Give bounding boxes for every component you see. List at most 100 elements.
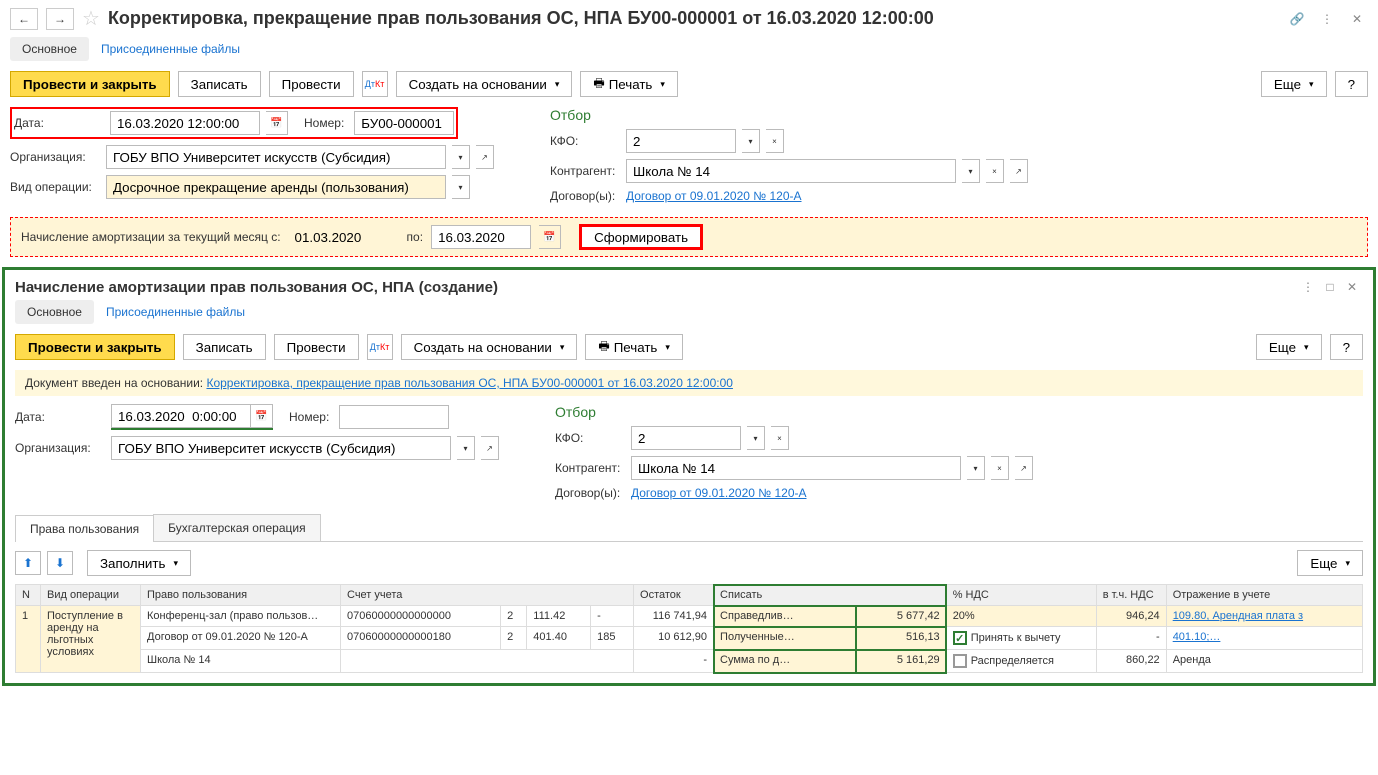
sub-date-label: Дата:	[15, 410, 105, 424]
sub-number-label: Номер:	[289, 410, 329, 424]
table-more-button[interactable]: Еще	[1297, 550, 1363, 576]
sub-contracts-link[interactable]: Договор от 09.01.2020 № 120-А	[631, 486, 807, 500]
sub-contracts-label: Договор(ы):	[555, 486, 625, 500]
amort-to-label: по:	[407, 230, 424, 244]
sub-post-button[interactable]: Провести	[274, 334, 359, 360]
org-dropdown-icon[interactable]: ▾	[452, 145, 470, 169]
kebab-icon[interactable]: ⋮	[1316, 8, 1338, 30]
create-based-button[interactable]: Создать на основании	[396, 71, 573, 97]
sub-kfo-dropdown-icon[interactable]: ▾	[747, 426, 765, 450]
sub-kfo-input[interactable]	[631, 426, 741, 450]
th-optype: Вид операции	[41, 585, 141, 606]
sub-close-icon[interactable]: ✕	[1341, 276, 1363, 298]
sub-window-title: Начисление амортизации прав пользования …	[15, 279, 1297, 296]
th-account: Счет учета	[341, 585, 634, 606]
amort-from-input[interactable]	[289, 225, 369, 249]
date-label: Дата:	[14, 116, 104, 130]
vat-deduct-checkbox[interactable]	[953, 631, 967, 645]
sub-contr-dropdown-icon[interactable]: ▾	[967, 456, 985, 480]
sub-contr-input[interactable]	[631, 456, 961, 480]
org-open-icon[interactable]: ↗	[476, 145, 494, 169]
sub-calendar-icon[interactable]: 📅	[251, 404, 273, 428]
contr-input[interactable]	[626, 159, 956, 183]
optype-input[interactable]	[106, 175, 446, 199]
th-n: N	[16, 585, 41, 606]
sub-contr-clear-icon[interactable]: ×	[991, 456, 1009, 480]
optype-label: Вид операции:	[10, 180, 100, 194]
close-icon[interactable]: ✕	[1346, 8, 1368, 30]
reflection-link-2[interactable]: 401.10;…	[1173, 631, 1221, 643]
star-icon[interactable]: ☆	[82, 6, 100, 31]
sub-tab-files[interactable]: Присоединенные файлы	[94, 300, 257, 324]
sub-org-dropdown-icon[interactable]: ▾	[457, 436, 475, 460]
sub-org-open-icon[interactable]: ↗	[481, 436, 499, 460]
calendar-icon[interactable]: 📅	[266, 111, 288, 135]
forward-button[interactable]: →	[46, 8, 74, 30]
th-vatincl: в т.ч. НДС	[1096, 585, 1166, 606]
row-down-button[interactable]: ⬇	[47, 551, 73, 575]
dtkt-icon[interactable]: ДтКт	[362, 71, 388, 97]
sub-contr-label: Контрагент:	[555, 461, 625, 475]
table-row[interactable]: Школа № 14 - Сумма по д… 5 161,29 Распре…	[16, 650, 1363, 673]
sub-kfo-label: КФО:	[555, 431, 625, 445]
kfo-input[interactable]	[626, 129, 736, 153]
table-row[interactable]: Договор от 09.01.2020 № 120-А 0706000000…	[16, 627, 1363, 650]
org-input[interactable]	[106, 145, 446, 169]
sub-post-close-button[interactable]: Провести и закрыть	[15, 334, 175, 360]
sub-contr-open-icon[interactable]: ↗	[1015, 456, 1033, 480]
printer-icon	[593, 74, 604, 95]
contr-clear-icon[interactable]: ×	[986, 159, 1004, 183]
sub-tab-main[interactable]: Основное	[15, 300, 94, 324]
kfo-clear-icon[interactable]: ×	[766, 129, 784, 153]
tab-accounting[interactable]: Бухгалтерская операция	[153, 514, 320, 541]
info-link[interactable]: Корректировка, прекращение прав пользова…	[206, 376, 732, 390]
date-input[interactable]	[110, 111, 260, 135]
sub-kfo-clear-icon[interactable]: ×	[771, 426, 789, 450]
contracts-link[interactable]: Договор от 09.01.2020 № 120-А	[626, 189, 802, 203]
sub-number-input[interactable]	[339, 405, 449, 429]
number-input[interactable]	[354, 111, 454, 135]
sub-more-button[interactable]: Еще	[1256, 334, 1322, 360]
table-row[interactable]: 1 Поступление в аренду на льготных услов…	[16, 606, 1363, 627]
reflection-link-1[interactable]: 109.80, Арендная плата з	[1173, 610, 1303, 622]
print-button[interactable]: Печать	[580, 71, 678, 97]
form-button[interactable]: Сформировать	[579, 224, 703, 250]
contr-open-icon[interactable]: ↗	[1010, 159, 1028, 183]
save-button[interactable]: Записать	[178, 71, 261, 97]
sub-kebab-icon[interactable]: ⋮	[1297, 276, 1319, 298]
sub-org-input[interactable]	[111, 436, 451, 460]
tab-files[interactable]: Присоединенные файлы	[89, 37, 252, 61]
contracts-label: Договор(ы):	[550, 189, 620, 203]
sub-dtkt-icon[interactable]: ДтКт	[367, 334, 393, 360]
back-button[interactable]: ←	[10, 8, 38, 30]
th-right: Право пользования	[141, 585, 341, 606]
vat-dist-checkbox[interactable]	[953, 654, 967, 668]
row-up-button[interactable]: ⬆	[15, 551, 41, 575]
tab-main[interactable]: Основное	[10, 37, 89, 61]
window-title: Корректировка, прекращение прав пользова…	[108, 8, 1278, 29]
contr-dropdown-icon[interactable]: ▾	[962, 159, 980, 183]
sub-save-button[interactable]: Записать	[183, 334, 266, 360]
sub-create-based-button[interactable]: Создать на основании	[401, 334, 578, 360]
org-label: Организация:	[10, 150, 100, 164]
sub-maximize-icon[interactable]: □	[1319, 276, 1341, 298]
info-label: Документ введен на основании:	[25, 376, 203, 390]
help-button[interactable]: ?	[1335, 71, 1368, 97]
post-close-button[interactable]: Провести и закрыть	[10, 71, 170, 97]
kfo-label: КФО:	[550, 134, 620, 148]
sub-org-label: Организация:	[15, 441, 105, 455]
amort-to-input[interactable]	[431, 225, 531, 249]
link-icon[interactable]: 🔗	[1286, 8, 1308, 30]
more-button[interactable]: Еще	[1261, 71, 1327, 97]
optype-dropdown-icon[interactable]: ▾	[452, 175, 470, 199]
th-writeoff: Списать	[714, 585, 947, 606]
fill-button[interactable]: Заполнить	[87, 550, 191, 576]
sub-print-button[interactable]: Печать	[585, 334, 683, 360]
tab-rights[interactable]: Права пользования	[15, 515, 154, 542]
sub-date-input[interactable]	[111, 404, 251, 428]
amort-calendar-icon[interactable]: 📅	[539, 225, 561, 249]
sub-help-button[interactable]: ?	[1330, 334, 1363, 360]
contr-label: Контрагент:	[550, 164, 620, 178]
post-button[interactable]: Провести	[269, 71, 354, 97]
kfo-dropdown-icon[interactable]: ▾	[742, 129, 760, 153]
